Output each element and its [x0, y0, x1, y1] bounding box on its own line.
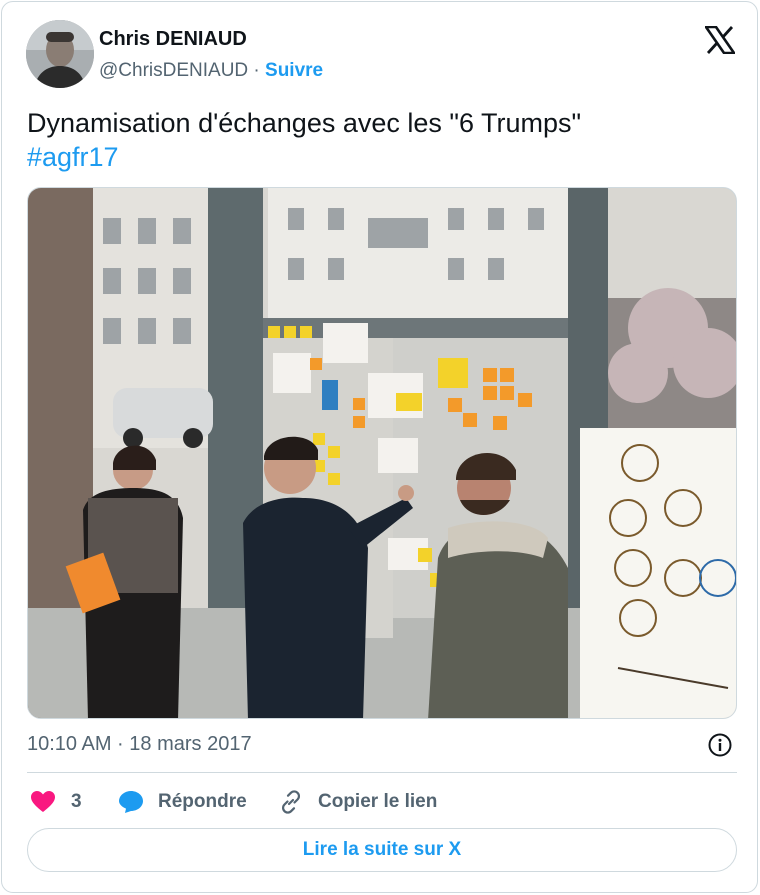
tweet-body: Dynamisation d'échanges avec les "6 Trum…: [27, 108, 582, 138]
reply-button[interactable]: Répondre: [118, 787, 247, 817]
heart-icon: [31, 791, 55, 812]
tweet-timestamp[interactable]: 10:10 AM · 18 mars 2017: [27, 733, 252, 756]
info-icon[interactable]: [707, 732, 733, 758]
reply-bubble-icon: [119, 791, 143, 813]
avatar-image: [26, 20, 94, 88]
divider: [27, 772, 737, 773]
like-count: 3: [71, 791, 82, 812]
tweet-text: Dynamisation d'échanges avec les "6 Trum…: [27, 106, 727, 174]
handle-separator: ·: [253, 60, 260, 81]
avatar[interactable]: [26, 20, 94, 88]
author-name[interactable]: Chris DENIAUD: [99, 28, 247, 51]
tweet-photo[interactable]: [27, 187, 737, 719]
x-logo-icon[interactable]: [705, 26, 735, 54]
author-handle[interactable]: @ChrisDENIAUD: [99, 60, 248, 81]
link-icon: [281, 790, 301, 814]
author-handle-line: @ChrisDENIAUD · Suivre: [99, 60, 323, 82]
workshop-photo: [28, 188, 736, 718]
copy-link-button[interactable]: Copier le lien: [278, 787, 437, 817]
like-button[interactable]: 3: [30, 787, 82, 817]
copy-link-label: Copier le lien: [318, 791, 438, 812]
reply-label: Répondre: [158, 791, 247, 812]
follow-button[interactable]: Suivre: [265, 60, 323, 81]
hashtag-link[interactable]: #agfr17: [27, 140, 727, 174]
tweet-card: Chris DENIAUD @ChrisDENIAUD · Suivre Dyn…: [1, 1, 758, 893]
read-more-button[interactable]: Lire la suite sur X: [27, 828, 737, 872]
